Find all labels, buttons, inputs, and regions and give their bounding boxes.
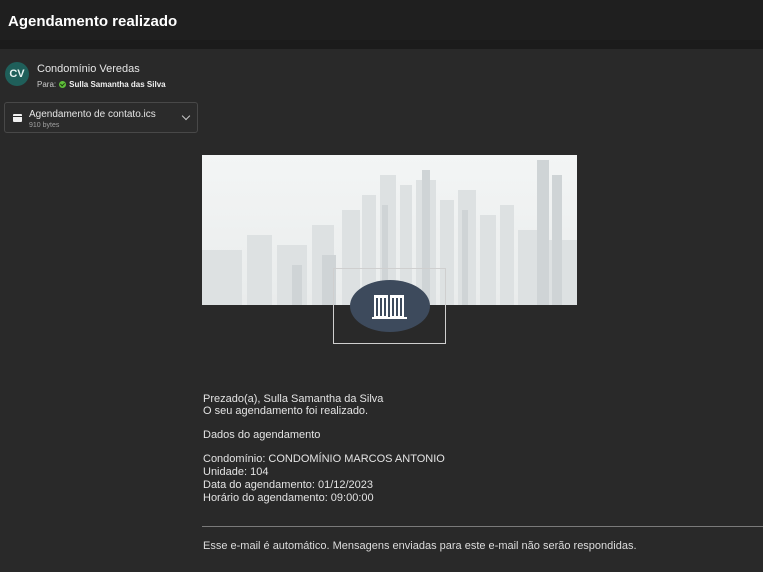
header-divider <box>0 40 763 49</box>
window-header: Agendamento realizado <box>0 0 763 41</box>
recipient-line: Para: Sulla Samantha das Silva <box>37 80 166 89</box>
footer-note: Esse e-mail é automático. Mensagens envi… <box>203 540 637 552</box>
building-logo-badge <box>350 280 430 332</box>
unidade-line: Unidade: 104 <box>203 466 269 478</box>
data-line: Data do agendamento: 01/12/2023 <box>203 479 374 491</box>
sender-avatar[interactable]: CV <box>5 62 29 86</box>
recipient-name[interactable]: Sulla Samantha das Silva <box>69 80 165 89</box>
building-icon <box>372 295 407 319</box>
calendar-file-icon <box>13 114 22 122</box>
horario-line: Horário do agendamento: 09:00:00 <box>203 492 374 504</box>
email-subject: Agendamento realizado <box>8 13 178 30</box>
attachment-filename: Agendamento de contato.ics <box>29 109 156 120</box>
condominio-line: Condomínio: CONDOMÍNIO MARCOS ANTONIO <box>203 453 445 465</box>
presence-available-icon <box>59 81 67 88</box>
to-label: Para: <box>37 80 57 89</box>
sender-name[interactable]: Condomínio Veredas <box>37 63 140 75</box>
footer-divider <box>202 526 763 527</box>
confirmation-text: O seu agendamento foi realizado. <box>203 405 369 417</box>
attachment-size: 910 bytes <box>29 122 60 129</box>
attachment-card[interactable]: Agendamento de contato.ics 910 bytes <box>4 102 198 133</box>
section-title: Dados do agendamento <box>203 429 321 441</box>
chevron-down-icon[interactable] <box>181 111 191 121</box>
